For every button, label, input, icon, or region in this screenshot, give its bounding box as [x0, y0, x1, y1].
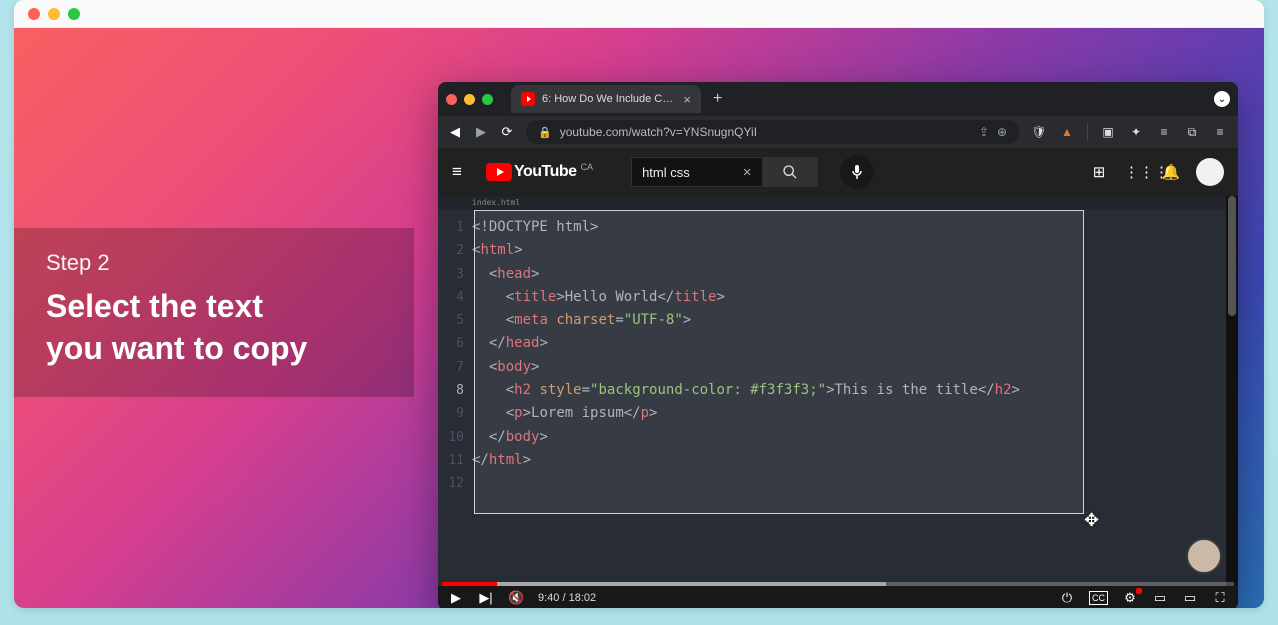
forward-button[interactable]: ▶	[474, 124, 488, 140]
code-area: <!DOCTYPE html><html> <head> <title>Hell…	[472, 196, 1226, 586]
code-editor: index.html 123456789101112 <!DOCTYPE htm…	[438, 196, 1226, 586]
zoom-icon[interactable]: ⊕	[997, 125, 1007, 139]
maximize-icon[interactable]	[482, 94, 493, 105]
next-button[interactable]: ▶|	[478, 590, 494, 606]
back-button[interactable]: ◀	[448, 124, 462, 140]
theater-button[interactable]: ▭	[1182, 590, 1198, 606]
tab-strip: 6: How Do We Include CSS In O × + ⌄	[438, 82, 1238, 116]
youtube-search: html css ×	[631, 157, 817, 187]
channel-avatar-overlay[interactable]	[1186, 538, 1222, 574]
play-button[interactable]: ▶	[448, 590, 464, 606]
pip-icon[interactable]: ⧉	[1184, 124, 1200, 140]
step-number: Step 2	[46, 250, 386, 276]
youtube-logo[interactable]: YouTube CA	[486, 163, 593, 181]
maximize-icon[interactable]	[68, 8, 80, 20]
reload-button[interactable]: ⟳	[500, 124, 514, 140]
youtube-logo-text: YouTube	[514, 163, 577, 181]
minimize-icon[interactable]	[464, 94, 475, 105]
search-value: html css	[642, 165, 690, 180]
reading-list-icon[interactable]: ≡	[1156, 124, 1172, 140]
crosshair-cursor-icon: ✥	[1084, 510, 1099, 531]
brave-shield-icon[interactable]: 🛡	[1031, 124, 1047, 140]
player-controls: ▶ ▶| 🔇 9:40 / 18:02 ⏻ CC ⚙ ▭ ▭ ⛶	[438, 586, 1238, 608]
menu-icon[interactable]: ≡	[1212, 124, 1228, 140]
search-input[interactable]: html css ×	[631, 157, 761, 187]
close-icon[interactable]	[446, 94, 457, 105]
captions-button[interactable]: CC	[1089, 591, 1108, 605]
notifications-icon[interactable]: 🔔	[1160, 163, 1182, 181]
tab-close-icon[interactable]: ×	[683, 92, 691, 107]
warning-icon[interactable]: ▲	[1059, 124, 1075, 140]
mute-button[interactable]: 🔇	[508, 590, 524, 606]
video-player[interactable]: index.html 123456789101112 <!DOCTYPE htm…	[438, 196, 1238, 608]
chevron-down-icon[interactable]: ⌄	[1214, 91, 1230, 107]
desktop-wallpaper: Step 2 Select the text you want to copy …	[14, 28, 1264, 608]
miniplayer-button[interactable]: ▭	[1152, 590, 1168, 606]
new-tab-button[interactable]: +	[709, 90, 726, 108]
extension-icon[interactable]: ▣	[1100, 124, 1116, 140]
voice-search-button[interactable]	[840, 155, 874, 189]
browser-tab[interactable]: 6: How Do We Include CSS In O ×	[511, 85, 701, 113]
settings-button[interactable]: ⚙	[1122, 590, 1138, 606]
time-display: 9:40 / 18:02	[538, 592, 596, 604]
url-text: youtube.com/watch?v=YNSnugnQYiI	[560, 125, 971, 139]
browser-toolbar: ◀ ▶ ⟳ 🔒 youtube.com/watch?v=YNSnugnQYiI …	[438, 116, 1238, 148]
extensions-puzzle-icon[interactable]: ✦	[1128, 124, 1144, 140]
step-caption: Step 2 Select the text you want to copy	[14, 228, 414, 397]
tutorial-window: Step 2 Select the text you want to copy …	[14, 0, 1264, 608]
microphone-icon	[851, 164, 863, 180]
youtube-favicon-icon	[521, 92, 535, 106]
avatar[interactable]	[1196, 158, 1224, 186]
autoplay-toggle[interactable]: ⏻	[1059, 590, 1075, 606]
url-bar[interactable]: 🔒 youtube.com/watch?v=YNSnugnQYiI ⇪ ⊕	[526, 120, 1019, 144]
lock-icon: 🔒	[538, 126, 552, 139]
apps-icon[interactable]: ⋮⋮⋮	[1124, 163, 1146, 181]
hamburger-icon[interactable]: ≡	[452, 162, 472, 182]
share-icon[interactable]: ⇪	[979, 125, 989, 139]
step-title: Select the text you want to copy	[46, 286, 386, 369]
clear-search-icon[interactable]: ×	[743, 164, 752, 181]
youtube-region: CA	[581, 162, 594, 172]
youtube-play-icon	[486, 163, 512, 181]
search-icon	[782, 164, 798, 180]
outer-titlebar	[14, 0, 1264, 28]
tab-title: 6: How Do We Include CSS In O	[542, 93, 676, 105]
youtube-masthead: ≡ YouTube CA html css ×	[438, 148, 1238, 196]
search-button[interactable]	[762, 157, 818, 187]
close-icon[interactable]	[28, 8, 40, 20]
line-number-gutter: 123456789101112	[438, 196, 472, 586]
scrollbar-vertical[interactable]	[1226, 196, 1238, 586]
browser-window: 6: How Do We Include CSS In O × + ⌄ ◀ ▶ …	[438, 82, 1238, 608]
scrollbar-thumb[interactable]	[1228, 196, 1236, 316]
minimize-icon[interactable]	[48, 8, 60, 20]
create-button[interactable]: ⊞	[1088, 163, 1110, 181]
fullscreen-button[interactable]: ⛶	[1212, 590, 1228, 606]
